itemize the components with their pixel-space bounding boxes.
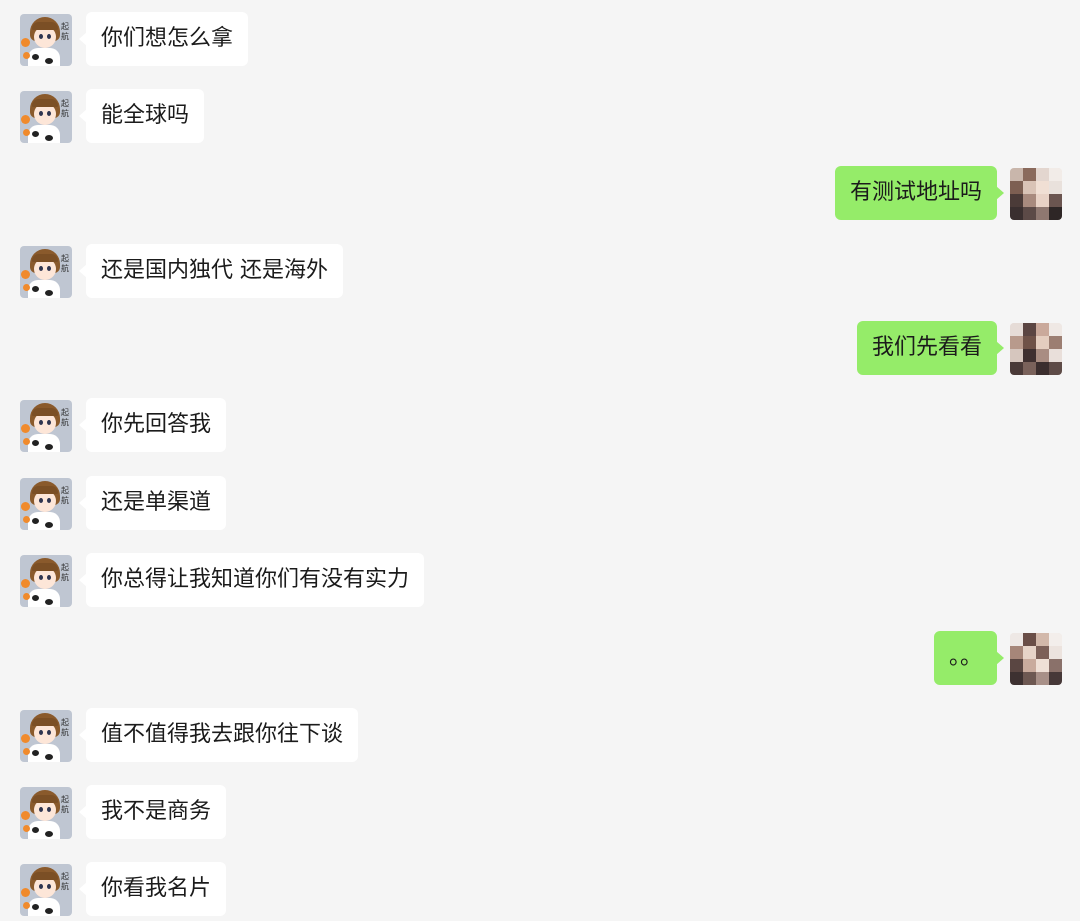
message-row-incoming: 起航 你们想怎么拿 <box>0 12 1080 66</box>
contact-avatar[interactable]: 起航 <box>20 400 72 452</box>
message-bubble[interactable]: 你总得让我知道你们有没有实力 <box>78 553 425 607</box>
avatar-stamp: 起航 <box>61 486 69 505</box>
contact-avatar[interactable]: 起航 <box>20 246 72 298</box>
message-row-incoming: 起航 你先回答我 <box>0 398 1080 452</box>
message-row-outgoing: 有测试地址吗 <box>0 166 1080 220</box>
contact-avatar[interactable]: 起航 <box>20 555 72 607</box>
message-bubble[interactable]: 你先回答我 <box>78 398 227 452</box>
message-bubble[interactable]: 你看我名片 <box>78 862 227 916</box>
message-bubble[interactable]: 你们想怎么拿 <box>78 12 249 66</box>
message-bubble[interactable]: 还是单渠道 <box>78 476 227 530</box>
message-row-incoming: 起航 我不是商务 <box>0 785 1080 839</box>
avatar-stamp: 起航 <box>61 795 69 814</box>
contact-avatar[interactable]: 起航 <box>20 478 72 530</box>
avatar-stamp: 起航 <box>61 872 69 891</box>
message-bubble[interactable]: 有测试地址吗 <box>834 166 1005 220</box>
contact-avatar[interactable]: 起航 <box>20 710 72 762</box>
contact-avatar[interactable]: 起航 <box>20 14 72 66</box>
avatar-stamp: 起航 <box>61 22 69 41</box>
user-avatar[interactable] <box>1010 168 1062 220</box>
message-row-incoming: 起航 你总得让我知道你们有没有实力 <box>0 553 1080 607</box>
message-bubble[interactable]: 我不是商务 <box>78 785 227 839</box>
message-row-incoming: 起航 值不值得我去跟你往下谈 <box>0 708 1080 762</box>
avatar-stamp: 起航 <box>61 718 69 737</box>
avatar-stamp: 起航 <box>61 254 69 273</box>
message-bubble[interactable]: 还是国内独代 还是海外 <box>79 244 343 298</box>
message-row-incoming: 起航 能全球吗 <box>0 89 1080 143</box>
message-bubble[interactable]: 我们先看看 <box>856 321 1005 375</box>
message-bubble[interactable]: 值不值得我去跟你往下谈 <box>78 708 359 762</box>
user-avatar[interactable] <box>1010 633 1062 685</box>
avatar-stamp: 起航 <box>61 99 69 118</box>
avatar-stamp: 起航 <box>61 408 69 427</box>
message-row-outgoing: 。。 <box>0 631 1080 685</box>
contact-avatar[interactable]: 起航 <box>20 91 72 143</box>
avatar-stamp: 起航 <box>61 563 69 582</box>
message-row-incoming: 起航 还是单渠道 <box>0 476 1080 530</box>
message-row-outgoing: 我们先看看 <box>0 321 1080 375</box>
message-row-incoming: 起航 还是国内独代 还是海外 <box>0 244 1080 298</box>
contact-avatar[interactable]: 起航 <box>20 787 72 839</box>
message-bubble[interactable]: 能全球吗 <box>78 89 205 143</box>
contact-avatar[interactable]: 起航 <box>20 864 72 916</box>
chat-message-list: 起航 你们想怎么拿 起航 能全球吗 有测试地址吗 起航 还是国内独代 还是海外 … <box>0 0 1080 921</box>
message-bubble[interactable]: 。。 <box>933 631 1005 685</box>
user-avatar[interactable] <box>1010 323 1062 375</box>
message-row-incoming: 起航 你看我名片 <box>0 862 1080 916</box>
